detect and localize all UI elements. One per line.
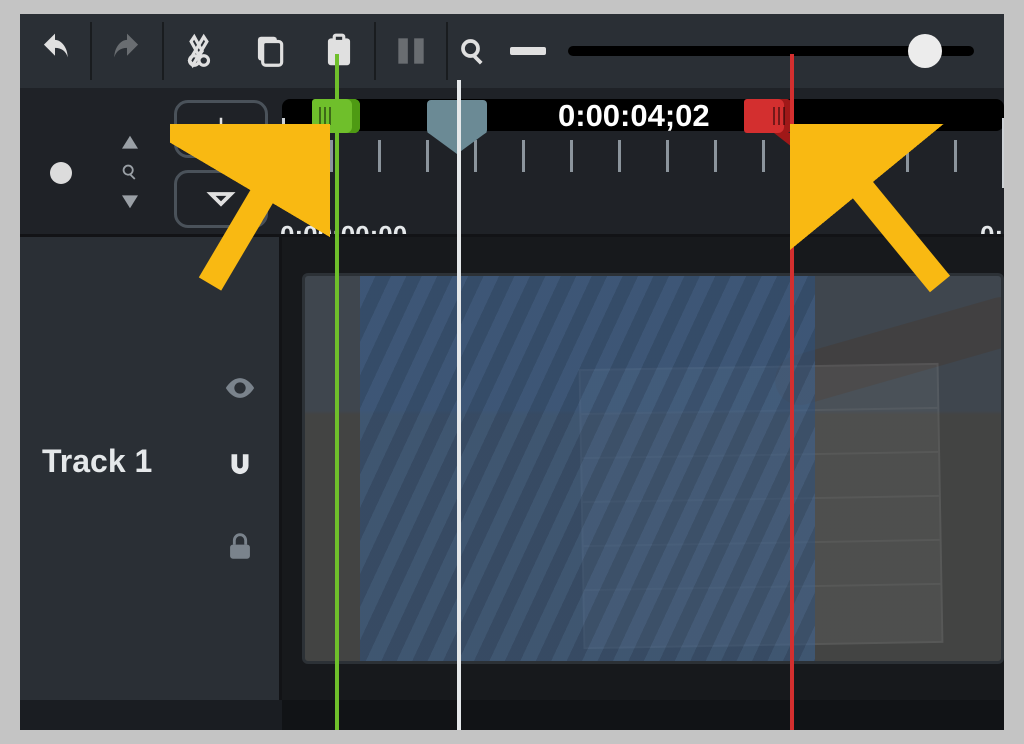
- timeline-ruler-row: 0:00:00;000:0 0:00:04;02: [20, 88, 1004, 234]
- tracks-area: Track 1: [20, 234, 1004, 730]
- editor-canvas: 0:00:00;000:0 0:00:04;02 Track 1: [20, 14, 1004, 730]
- eye-icon: [223, 371, 257, 405]
- undo-icon: [36, 32, 74, 70]
- paste-button[interactable]: [304, 14, 374, 88]
- playhead-timecode: 0:00:04;02: [558, 98, 710, 134]
- redo-button[interactable]: [92, 14, 162, 88]
- zoom-out-button[interactable]: [510, 47, 546, 55]
- horizontal-scrollbar[interactable]: [282, 700, 1004, 730]
- selection-range-overlay: [360, 276, 815, 661]
- out-marker-line: [790, 54, 794, 730]
- undo-button[interactable]: [20, 14, 90, 88]
- ruler-left-controls: [20, 88, 282, 234]
- copy-icon: [250, 32, 288, 70]
- zoom-slider-handle[interactable]: [908, 34, 942, 68]
- chevron-down-icon: [122, 185, 138, 209]
- track-snap-toggle[interactable]: [223, 450, 257, 489]
- split-icon: [392, 32, 430, 70]
- toolbar-separator: [446, 22, 448, 80]
- track-scroll-handle[interactable]: [50, 162, 72, 184]
- redo-icon: [108, 32, 146, 70]
- chevron-down-icon: [206, 184, 236, 214]
- magnet-icon: [223, 450, 257, 484]
- out-marker[interactable]: [744, 99, 792, 133]
- playhead-line: [457, 80, 461, 730]
- chevron-up-icon: [122, 135, 138, 159]
- scissors-icon: [180, 32, 218, 70]
- track-name-label: Track 1: [42, 443, 152, 480]
- track-body[interactable]: [282, 234, 1004, 700]
- in-marker-line: [335, 54, 339, 730]
- copy-button[interactable]: [234, 14, 304, 88]
- track-visibility-toggle[interactable]: [223, 371, 257, 410]
- track-lock-toggle[interactable]: [223, 529, 257, 568]
- zoom-slider[interactable]: [568, 46, 974, 56]
- vertical-zoom-control[interactable]: [110, 132, 150, 212]
- plus-icon: [206, 114, 236, 144]
- cut-button[interactable]: [164, 14, 234, 88]
- timeline-ruler[interactable]: 0:00:00;000:0 0:00:04;02: [282, 88, 1004, 234]
- clipboard-icon: [320, 32, 358, 70]
- video-clip[interactable]: [302, 273, 1004, 664]
- split-button[interactable]: [376, 14, 446, 88]
- top-toolbar: [20, 14, 1004, 88]
- zoom-controls: [458, 36, 1004, 66]
- add-track-button[interactable]: [174, 100, 268, 158]
- lock-icon: [223, 529, 257, 563]
- search-icon[interactable]: [458, 36, 488, 66]
- magnifier-icon: [119, 161, 141, 183]
- track-options-button[interactable]: [174, 170, 268, 228]
- track-header: Track 1: [20, 234, 282, 700]
